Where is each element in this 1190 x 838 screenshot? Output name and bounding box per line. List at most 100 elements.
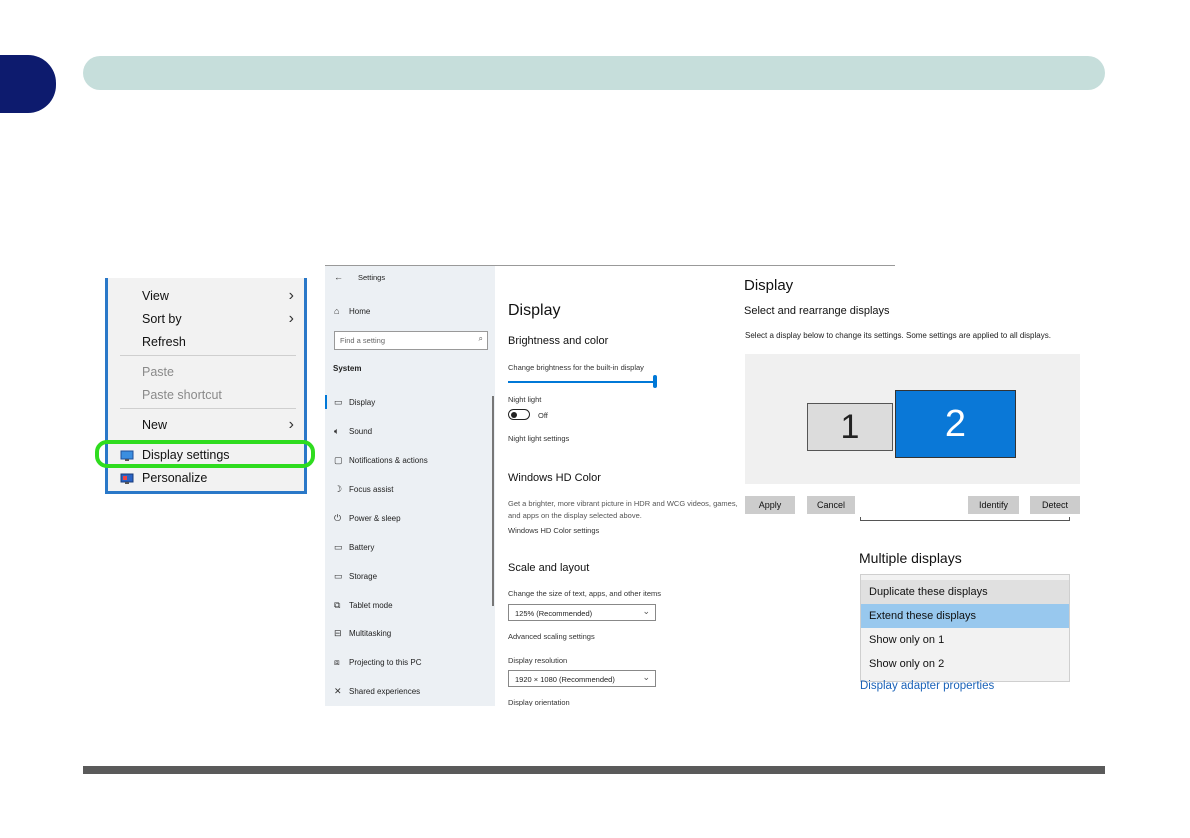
brightness-slider[interactable] <box>508 381 656 383</box>
hd-color-heading: Windows HD Color <box>508 472 601 484</box>
search-icon: ⌕ <box>478 334 483 343</box>
option-show-only-2[interactable]: Show only on 2 <box>861 652 1069 676</box>
scrollbar[interactable] <box>492 396 494 606</box>
scale-label: Change the size of text, apps, and other… <box>508 589 662 598</box>
chevron-right-icon: › <box>288 287 294 304</box>
hd-color-description: and apps on the display selected above. <box>508 511 642 520</box>
divider-tick <box>1069 517 1070 521</box>
night-light-state: Off <box>538 411 548 420</box>
moon-icon: ☽ <box>334 484 343 494</box>
menu-item-label: Personalize <box>142 471 208 485</box>
storage-icon: ▭ <box>334 571 343 581</box>
notification-icon: ▢ <box>334 455 343 465</box>
active-indicator <box>325 395 327 409</box>
monitor-1[interactable]: 1 <box>807 403 893 451</box>
battery-icon: ▭ <box>334 542 343 552</box>
sidebar-item-multitasking[interactable]: Multitasking <box>349 629 391 638</box>
night-light-settings-link[interactable]: Night light settings <box>508 434 569 443</box>
sidebar-section-title: System <box>333 364 362 373</box>
cancel-button[interactable]: Cancel <box>807 496 855 514</box>
sidebar-item-home[interactable]: Home <box>349 307 370 316</box>
home-icon: ⌂ <box>334 306 340 316</box>
option-show-only-1[interactable]: Show only on 1 <box>861 628 1069 652</box>
orientation-label: Display orientation <box>508 698 570 706</box>
menu-item-label: Paste shortcut <box>142 388 222 402</box>
menu-item-label: Paste <box>142 365 174 379</box>
sidebar-item-tablet-mode[interactable]: Tablet mode <box>349 601 393 610</box>
hd-color-settings-link[interactable]: Windows HD Color settings <box>508 526 599 535</box>
page-title: Display <box>508 302 561 319</box>
chevron-down-icon: ⌄ <box>642 672 650 682</box>
menu-item-view[interactable]: View <box>142 289 169 303</box>
header-bar <box>83 56 1105 90</box>
sidebar-item-storage[interactable]: Storage <box>349 572 377 581</box>
multiple-displays-heading: Multiple displays <box>859 550 962 566</box>
sidebar-item-sound[interactable]: Sound <box>349 427 372 436</box>
monitor-icon: ▭ <box>334 397 343 407</box>
display-panel-title: Display <box>744 277 794 294</box>
menu-item-label: View <box>142 289 169 303</box>
brightness-label: Change brightness for the built-in displ… <box>508 363 644 372</box>
display-adapter-properties-link[interactable]: Display adapter properties <box>860 680 994 692</box>
night-light-toggle[interactable] <box>508 409 530 420</box>
multitasking-icon: ⊟ <box>334 628 342 638</box>
menu-item-personalize[interactable]: Personalize <box>142 471 207 485</box>
window-title: Settings <box>358 273 386 282</box>
menu-item-paste-shortcut: Paste shortcut <box>142 388 222 402</box>
night-light-label: Night light <box>508 395 542 404</box>
divider <box>860 520 1070 521</box>
shared-icon: ✕ <box>334 686 342 696</box>
option-duplicate[interactable]: Duplicate these displays <box>861 580 1069 604</box>
menu-separator <box>120 355 296 356</box>
brightness-heading: Brightness and color <box>508 335 609 347</box>
back-arrow-icon[interactable]: ← <box>334 272 343 282</box>
search-input[interactable]: Find a setting ⌕ <box>334 331 488 350</box>
footer-rule <box>83 766 1105 774</box>
sidebar-item-focus-assist[interactable]: Focus assist <box>349 485 393 494</box>
menu-separator <box>120 408 296 409</box>
apply-button[interactable]: Apply <box>745 496 795 514</box>
menu-item-label: Refresh <box>142 335 186 349</box>
sidebar-item-projecting[interactable]: Projecting to this PC <box>349 658 421 667</box>
resolution-dropdown[interactable]: 1920 × 1080 (Recommended) ⌄ <box>508 670 656 687</box>
sidebar-item-power-sleep[interactable]: Power & sleep <box>349 514 401 523</box>
multiple-displays-dropdown-list: Duplicate these displays Extend these di… <box>860 574 1070 682</box>
divider-tick <box>860 517 861 521</box>
chevron-right-icon: › <box>288 416 294 433</box>
menu-item-label: Sort by <box>142 312 182 326</box>
display-panel-subtitle: Select and rearrange displays <box>744 305 890 317</box>
settings-sidebar: ← Settings ⌂ Home Find a setting ⌕ Syste… <box>325 266 495 706</box>
scale-value: 125% (Recommended) <box>515 609 593 618</box>
advanced-scaling-link[interactable]: Advanced scaling settings <box>508 632 595 641</box>
chevron-right-icon: › <box>288 310 294 327</box>
display-settings-highlight <box>95 440 315 468</box>
menu-item-label: New <box>142 418 168 432</box>
chevron-down-icon: ⌄ <box>642 606 650 616</box>
menu-item-sort-by[interactable]: Sort by <box>142 312 182 326</box>
power-icon: ⏻ <box>334 513 342 523</box>
hd-color-description: Get a brighter, more vibrant picture in … <box>508 499 738 508</box>
speaker-icon: 🔈︎ <box>334 426 340 436</box>
tablet-icon: ⧉ <box>334 600 341 610</box>
option-extend-selected[interactable]: Extend these displays <box>861 604 1069 628</box>
sidebar-item-display[interactable]: Display <box>349 398 375 407</box>
menu-item-new[interactable]: New <box>142 418 167 432</box>
sidebar-item-shared-experiences[interactable]: Shared experiences <box>349 687 420 696</box>
display-panel-description: Select a display below to change its set… <box>745 331 1051 340</box>
brightness-slider-thumb[interactable] <box>653 375 657 388</box>
monitor-2-selected[interactable]: 2 <box>895 390 1016 458</box>
menu-item-paste: Paste <box>142 365 174 379</box>
identify-button[interactable]: Identify <box>968 496 1019 514</box>
personalize-icon <box>120 473 134 484</box>
resolution-value: 1920 × 1080 (Recommended) <box>515 675 615 684</box>
menu-item-refresh[interactable]: Refresh <box>142 335 186 349</box>
scale-heading: Scale and layout <box>508 562 590 574</box>
sidebar-item-battery[interactable]: Battery <box>349 543 374 552</box>
resolution-label: Display resolution <box>508 656 568 665</box>
chapter-tab <box>0 55 56 113</box>
projecting-icon: ⧈ <box>334 657 340 667</box>
search-placeholder: Find a setting <box>340 336 386 345</box>
sidebar-item-notifications[interactable]: Notifications & actions <box>349 456 428 465</box>
scale-dropdown[interactable]: 125% (Recommended) ⌄ <box>508 604 656 621</box>
detect-button[interactable]: Detect <box>1030 496 1080 514</box>
